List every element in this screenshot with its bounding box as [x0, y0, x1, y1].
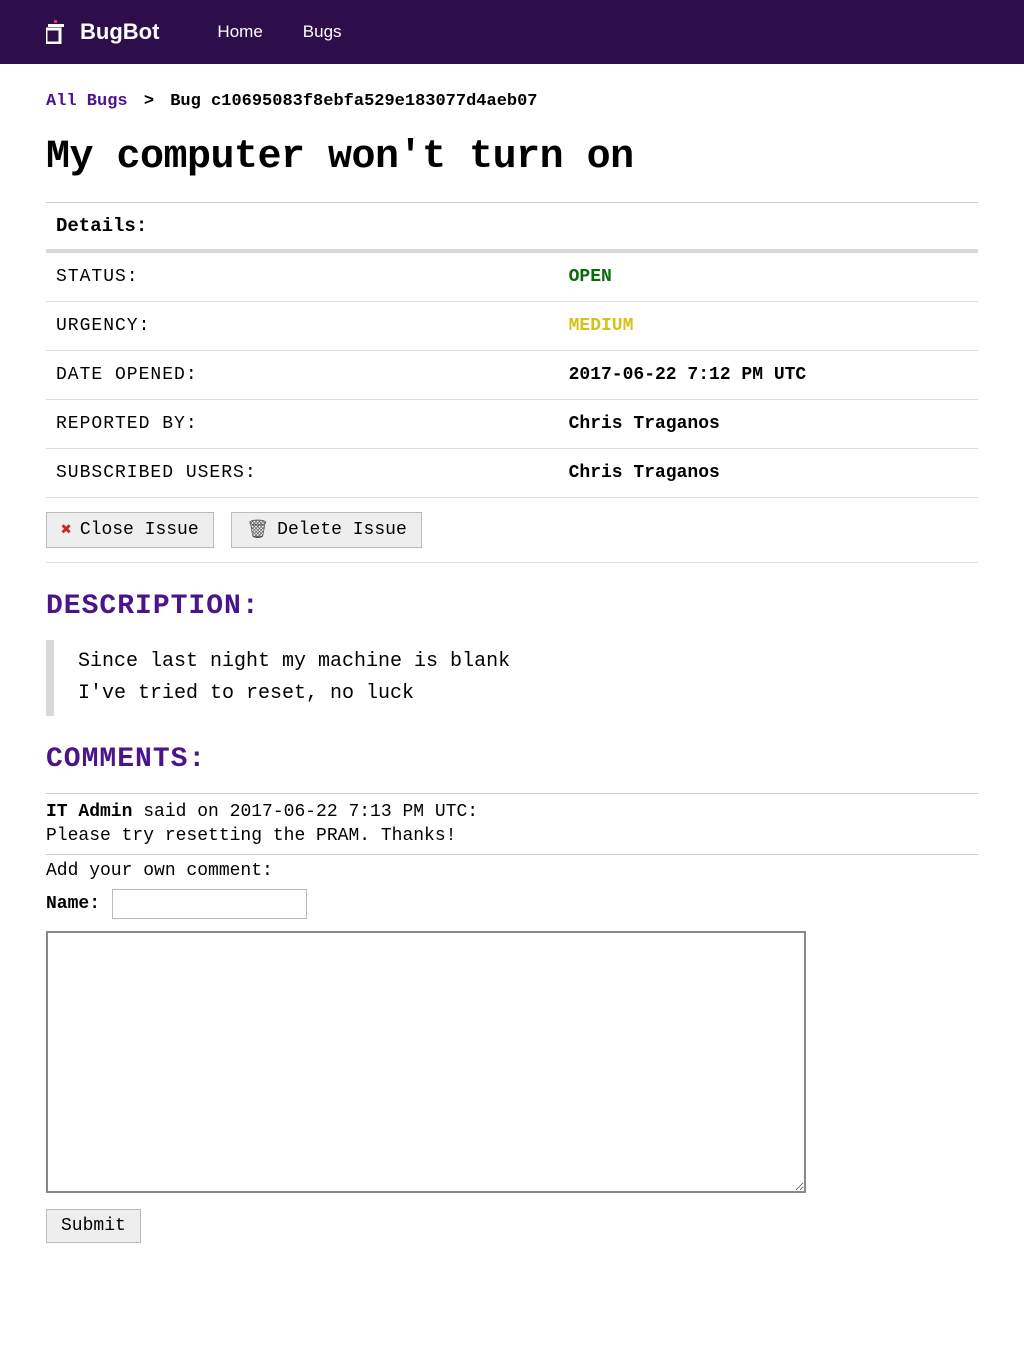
- details-panel: Details: STATUS: OPEN URGENCY: MEDIUM DA…: [46, 202, 978, 563]
- status-label: STATUS:: [46, 253, 559, 302]
- description-line: Since last night my machine is blank: [78, 646, 978, 678]
- description-body: Since last night my machine is blank I'v…: [46, 640, 978, 716]
- description-heading: DESCRIPTION:: [46, 591, 978, 622]
- nav-home[interactable]: Home: [217, 22, 262, 42]
- reported-by-value: Chris Traganos: [559, 400, 978, 449]
- table-row: REPORTED BY: Chris Traganos: [46, 400, 978, 449]
- status-value: OPEN: [569, 267, 612, 287]
- description-line: I've tried to reset, no luck: [78, 678, 978, 710]
- table-row: SUBSCRIBED USERS: Chris Traganos: [46, 449, 978, 498]
- breadcrumb-current: Bug c10695083f8ebfa529e183077d4aeb07: [170, 92, 537, 111]
- add-comment-label: Add your own comment:: [46, 861, 978, 881]
- name-input[interactable]: [112, 889, 307, 919]
- urgency-value: MEDIUM: [569, 316, 634, 336]
- close-issue-button[interactable]: ✖ Close Issue: [46, 512, 214, 548]
- name-input-row: Name:: [46, 889, 978, 919]
- page-title: My computer won't turn on: [46, 135, 978, 180]
- brand-name: BugBot: [80, 19, 159, 45]
- comment-item: IT Admin said on 2017-06-22 7:13 PM UTC:…: [46, 794, 978, 855]
- top-navbar: BugBot Home Bugs: [0, 0, 1024, 64]
- name-label: Name:: [46, 894, 100, 914]
- urgency-label: URGENCY:: [46, 302, 559, 351]
- breadcrumb-all-bugs[interactable]: All Bugs: [46, 92, 128, 111]
- actions-row: ✖ Close Issue 🗑 Delete Issue: [46, 498, 978, 563]
- delete-issue-button[interactable]: 🗑 Delete Issue: [231, 512, 421, 548]
- subscribed-value: Chris Traganos: [559, 449, 978, 498]
- delete-issue-label: Delete Issue: [277, 520, 407, 540]
- close-x-icon: ✖: [61, 519, 72, 541]
- reported-by-label: REPORTED BY:: [46, 400, 559, 449]
- brand-block[interactable]: BugBot: [46, 19, 159, 45]
- comment-textarea[interactable]: [46, 931, 806, 1193]
- details-table: STATUS: OPEN URGENCY: MEDIUM DATE OPENED…: [46, 253, 978, 498]
- comments-heading: COMMENTS:: [46, 744, 978, 775]
- comment-author: IT Admin: [46, 802, 132, 822]
- breadcrumb: All Bugs > Bug c10695083f8ebfa529e183077…: [46, 92, 978, 111]
- table-row: STATUS: OPEN: [46, 253, 978, 302]
- details-heading: Details:: [46, 203, 978, 253]
- nav-bugs[interactable]: Bugs: [303, 22, 342, 42]
- table-row: DATE OPENED: 2017-06-22 7:12 PM UTC: [46, 351, 978, 400]
- comment-meta: said on 2017-06-22 7:13 PM UTC:: [132, 802, 478, 822]
- date-opened-label: DATE OPENED:: [46, 351, 559, 400]
- bugbot-logo-icon: [46, 20, 66, 44]
- page-content: All Bugs > Bug c10695083f8ebfa529e183077…: [0, 64, 1024, 1283]
- close-issue-label: Close Issue: [80, 520, 199, 540]
- date-opened-value: 2017-06-22 7:12 PM UTC: [559, 351, 978, 400]
- comment-body: Please try resetting the PRAM. Thanks!: [46, 826, 978, 846]
- trash-icon: 🗑: [246, 519, 269, 541]
- breadcrumb-separator: >: [138, 92, 160, 111]
- submit-button[interactable]: Submit: [46, 1209, 141, 1243]
- subscribed-label: SUBSCRIBED USERS:: [46, 449, 559, 498]
- table-row: URGENCY: MEDIUM: [46, 302, 978, 351]
